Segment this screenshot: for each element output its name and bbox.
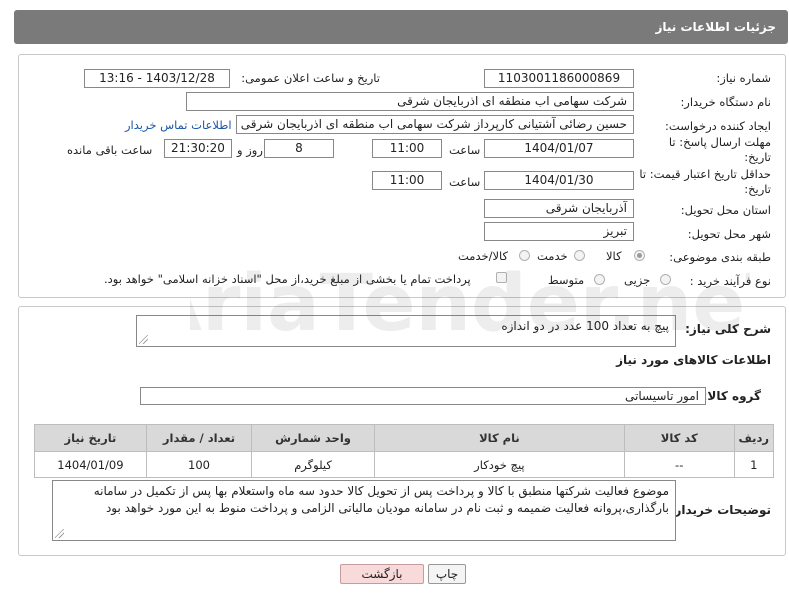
cell-unit: کیلوگرم <box>251 451 375 478</box>
reply-time-field: 11:00 <box>372 139 442 158</box>
price-time-label: ساعت <box>449 175 481 189</box>
goods-group-label: گروه کالا: <box>702 389 761 403</box>
reply-time-label: ساعت <box>449 143 481 157</box>
table-row: 1 -- پیچ خودکار کیلوگرم 100 1404/01/09 <box>34 451 775 478</box>
goods-info-title: اطلاعات کالاهای مورد نیاز <box>616 353 771 367</box>
goods-group-field: امور تاسیساتی <box>140 387 706 405</box>
summary-textarea[interactable]: پیچ به تعداد 100 عدد در دو اندازه <box>136 315 676 347</box>
requester-field: حسین رضائی آشتیانی کارپرداز شرکت سهامی ا… <box>236 115 634 134</box>
col-header-quantity: تعداد / مقدار <box>145 424 253 452</box>
col-header-unit: واحد شمارش <box>251 424 375 452</box>
col-header-need-date: تاریخ نیاز <box>34 424 147 452</box>
requester-label: ایجاد کننده درخواست: <box>665 119 771 133</box>
province-label: استان محل تحویل: <box>680 203 771 217</box>
page-title: جزئیات اطلاعات نیاز <box>655 20 776 34</box>
need-number-field: 1103001186000869 <box>484 69 634 88</box>
goods-table-header-row: ردیف کد کالا نام کالا واحد شمارش تعداد /… <box>34 424 775 452</box>
summary-label: شرح کلی نیاز: <box>685 322 771 336</box>
cell-need-date: 1404/01/09 <box>34 451 147 478</box>
reply-date-field: 1404/01/07 <box>484 139 634 158</box>
process-option-minor: جزیی <box>624 273 651 287</box>
goods-table: ردیف کد کالا نام کالا واحد شمارش تعداد /… <box>34 424 775 478</box>
process-radio-medium[interactable] <box>594 274 605 285</box>
col-header-row-number: ردیف <box>733 424 775 452</box>
buyer-org-label: نام دستگاه خریدار: <box>680 95 771 109</box>
buyer-org-field: شرکت سهامی اب منطقه ای اذربایجان شرقی <box>186 92 634 111</box>
col-header-item-code: کد کالا <box>623 424 735 452</box>
days-label: روز و <box>237 143 263 157</box>
treasury-payment-checkbox[interactable] <box>496 272 507 283</box>
process-type-label: نوع فرآیند خرید : <box>689 274 771 288</box>
cell-item-code: -- <box>623 451 735 478</box>
city-label: شهر محل تحویل: <box>687 227 771 241</box>
print-button[interactable]: چاپ <box>428 564 466 584</box>
cell-item-name: پیچ خودکار <box>373 451 625 478</box>
cell-quantity: 100 <box>145 451 253 478</box>
treasury-payment-note: پرداخت تمام یا بخشی از مبلغ خرید،از محل … <box>104 272 471 286</box>
category-label: طبقه بندی موضوعی: <box>669 250 771 264</box>
buyer-notes-textarea[interactable]: موضوع فعالیت شرکتها منطبق با کالا و پردا… <box>52 480 676 541</box>
announce-date-field: 1403/12/28 - 13:16 <box>84 69 230 88</box>
price-time-field: 11:00 <box>372 171 442 190</box>
back-button[interactable]: بازگشت <box>340 564 424 584</box>
remaining-time-field: 21:30:20 <box>164 139 232 158</box>
col-header-item-name: نام کالا <box>373 424 625 452</box>
summary-text: پیچ به تعداد 100 عدد در دو اندازه <box>501 319 669 333</box>
process-radio-minor[interactable] <box>660 274 671 285</box>
category-option-service: خدمت <box>537 249 568 263</box>
price-validity-label: حداقل تاریخ اعتبار قیمت: تا تاریخ: <box>639 167 771 196</box>
resize-grip-icon[interactable] <box>55 529 64 538</box>
buyer-contact-link[interactable]: اطلاعات تماس خریدار <box>125 118 232 132</box>
category-option-goods-service: کالا/خدمت <box>458 249 509 263</box>
category-radio-goods[interactable] <box>634 250 645 261</box>
need-number-label: شماره نیاز: <box>716 71 771 85</box>
buyer-notes-label: توضیحات خریدار: <box>669 503 771 517</box>
announce-date-label: تاریخ و ساعت اعلان عمومی: <box>241 71 380 85</box>
category-radio-goods-service[interactable] <box>519 250 530 261</box>
category-radio-service[interactable] <box>574 250 585 261</box>
days-field: 8 <box>264 139 334 158</box>
resize-grip-icon[interactable] <box>139 335 148 344</box>
category-option-goods: کالا <box>606 249 622 263</box>
price-date-field: 1404/01/30 <box>484 171 634 190</box>
cell-row-number: 1 <box>733 451 775 478</box>
page-header: جزئیات اطلاعات نیاز <box>14 10 788 44</box>
buyer-notes-text: موضوع فعالیت شرکتها منطبق با کالا و پردا… <box>93 484 669 515</box>
remaining-time-label: ساعت باقی مانده <box>67 143 153 157</box>
city-field: تبریز <box>484 222 634 241</box>
reply-deadline-label: مهلت ارسال پاسخ: تا تاریخ: <box>668 135 771 164</box>
process-option-medium: متوسط <box>548 273 585 287</box>
province-field: آذربایجان شرقی <box>484 199 634 218</box>
